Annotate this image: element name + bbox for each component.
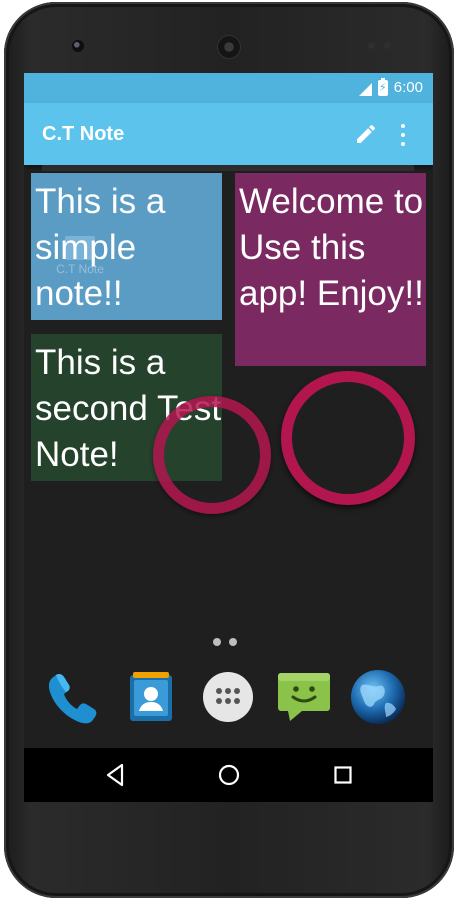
- home-dock: [24, 663, 433, 733]
- messaging-icon[interactable]: [274, 667, 334, 727]
- note-text: This is a second Test Note!: [35, 343, 222, 474]
- earpiece-speaker: [218, 36, 240, 58]
- home-page-indicator: [213, 638, 237, 646]
- note-widget-1[interactable]: This is a simple note!!: [31, 173, 222, 320]
- battery-charging-icon: ⚡: [377, 78, 388, 96]
- note-text: Welcome to Use this app! Enjoy!!: [239, 182, 424, 313]
- edit-pencil-icon[interactable]: [354, 122, 378, 146]
- app-drawer-icon[interactable]: [198, 667, 258, 727]
- touch-ring-large: [281, 371, 415, 505]
- note-widget-2[interactable]: Welcome to Use this app! Enjoy!!: [235, 173, 426, 366]
- status-clock: 6:00: [393, 79, 423, 96]
- home-icon[interactable]: [214, 760, 244, 790]
- back-icon[interactable]: [100, 760, 130, 790]
- navigation-bar: [24, 748, 433, 802]
- app-title: C.T Note: [42, 123, 125, 145]
- status-bar: ⚡ 6:00: [24, 73, 433, 103]
- widget-top-shadow: [42, 165, 414, 171]
- overflow-menu-icon[interactable]: [396, 122, 410, 146]
- page-dot: [229, 638, 237, 646]
- phone-screen: ⚡ 6:00 C.T Note This is a simple note!! …: [24, 73, 433, 802]
- recents-icon[interactable]: [328, 760, 358, 790]
- signal-icon: [358, 83, 372, 96]
- front-camera: [72, 40, 84, 52]
- browser-icon[interactable]: [348, 667, 408, 727]
- proximity-sensors: [368, 42, 398, 50]
- page-dot: [213, 638, 221, 646]
- note-widget-3[interactable]: This is a second Test Note!: [31, 334, 222, 481]
- status-icons: ⚡ 6:00: [358, 78, 423, 98]
- app-bar: C.T Note: [24, 103, 433, 165]
- contacts-icon[interactable]: [121, 667, 181, 727]
- phone-icon[interactable]: [42, 667, 102, 727]
- note-text: This is a simple note!!: [35, 182, 166, 313]
